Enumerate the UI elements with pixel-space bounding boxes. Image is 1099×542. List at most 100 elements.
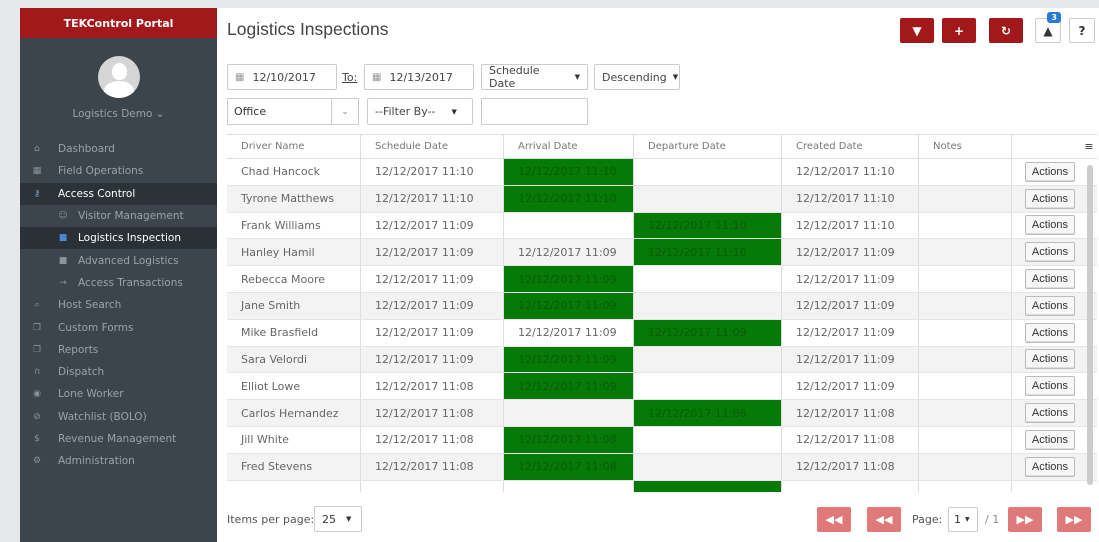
cogs-icon: ⚙: [32, 456, 42, 467]
filter-button[interactable]: ▼: [900, 18, 934, 43]
actions-button[interactable]: Actions: [1024, 403, 1075, 424]
column-menu-button[interactable]: ≡: [1081, 135, 1097, 158]
help-button[interactable]: ?: [1069, 18, 1095, 43]
actions-button[interactable]: Actions: [1024, 349, 1075, 370]
table-row[interactable]: Frank Williams 12/12/2017 11:09 12/12/2017…: [227, 212, 1097, 240]
next-page-button[interactable]: ▶▶: [1008, 507, 1042, 532]
sidebar-item-access-transactions[interactable]: → Access Transactions: [20, 272, 217, 294]
created-date-cell: 12/12/2017 11:10: [782, 159, 919, 185]
sort-field-select[interactable]: Schedule Date ▼: [481, 64, 588, 90]
actions-button[interactable]: Actions: [1024, 161, 1075, 182]
dollar-icon: $: [34, 434, 40, 444]
sidebar-item-field-operations[interactable]: ▦ Field Operations: [20, 160, 217, 182]
refresh-button[interactable]: ↻: [989, 18, 1023, 43]
add-button[interactable]: +: [942, 18, 976, 43]
sidebar-item-dashboard[interactable]: ⌂ Dashboard: [20, 138, 217, 160]
column-header-departure-date[interactable]: Departure Date: [634, 135, 782, 158]
actions-cell: Actions: [1012, 400, 1081, 426]
sidebar-item-watchlist[interactable]: ⊘ Watchlist (BOLO): [20, 406, 217, 428]
filter-value-input[interactable]: [481, 98, 588, 125]
table-row[interactable]: Chad Hancock 12/12/2017 11:10 12/12/2017 1…: [227, 159, 1097, 186]
ban-icon: ⊘: [33, 411, 41, 422]
actions-button[interactable]: Actions: [1024, 322, 1075, 343]
table-row[interactable]: [227, 480, 1097, 492]
actions-button[interactable]: Actions: [1024, 269, 1075, 290]
sidebar-item-administration[interactable]: ⚙ Administration: [20, 450, 217, 472]
avatar[interactable]: [97, 56, 140, 98]
arrival-date-cell: 12/12/2017 11:10: [504, 159, 634, 185]
table-body: Chad Hancock 12/12/2017 11:10 12/12/2017 1…: [227, 159, 1097, 492]
sidebar-item-custom-forms[interactable]: ❐ Custom Forms: [20, 316, 217, 338]
actions-button[interactable]: Actions: [1024, 242, 1075, 263]
sidebar-item-dispatch[interactable]: ∩ Dispatch: [20, 361, 217, 383]
schedule-date-cell: [361, 480, 504, 492]
page-select[interactable]: 1 ▼: [948, 507, 978, 532]
schedule-date-cell: 12/12/2017 11:09: [361, 346, 504, 373]
table-row[interactable]: Fred Stevens 12/12/2017 11:08 12/12/2017 1…: [227, 453, 1097, 481]
actions-button[interactable]: Actions: [1024, 215, 1075, 236]
actions-button[interactable]: Actions: [1024, 456, 1075, 477]
sidebar-item-advanced-logistics[interactable]: ■ Advanced Logistics: [20, 249, 217, 271]
items-per-page-select[interactable]: 25 ▼: [314, 506, 362, 532]
table-row[interactable]: Elliot Lowe 12/12/2017 11:08 12/12/2017 11…: [227, 373, 1097, 401]
created-date-cell: 12/12/2017 11:10: [782, 185, 919, 212]
table-row[interactable]: Jill White 12/12/2017 11:08 12/12/2017 11:…: [227, 426, 1097, 454]
page-label: Page:: [912, 513, 943, 526]
departure-date-cell: [634, 292, 782, 319]
schedule-date-cell: 12/12/2017 11:08: [361, 426, 504, 453]
sidebar-item-revenue-management[interactable]: $ Revenue Management: [20, 428, 217, 450]
previous-page-button[interactable]: ◀◀: [867, 507, 901, 532]
sidebar-item-logistics-inspection[interactable]: ■ Logistics Inspection: [20, 227, 217, 250]
column-header-arrival-date[interactable]: Arrival Date: [504, 135, 634, 158]
eye-icon: ◉: [33, 389, 41, 400]
sidebar-item-lone-worker[interactable]: ◉ Lone Worker: [20, 383, 217, 405]
sort-order-value: Descending: [602, 70, 667, 84]
column-header-driver-name[interactable]: Driver Name: [227, 135, 361, 158]
schedule-date-cell: 12/12/2017 11:10: [361, 185, 504, 212]
sidebar-item-reports[interactable]: ❐ Reports: [20, 339, 217, 361]
table-row[interactable]: Hanley Hamil 12/12/2017 11:09 12/12/2017 1…: [227, 239, 1097, 267]
table-scrollbar[interactable]: [1087, 165, 1093, 485]
arrival-date-cell: 12/12/2017 11:09: [504, 373, 634, 400]
caret-down-icon: ▼: [451, 107, 457, 116]
column-header-created-date[interactable]: Created Date: [782, 135, 919, 158]
items-per-page-label: Items per page:: [227, 513, 315, 526]
to-date-input[interactable]: ▦ 12/13/2017: [364, 64, 474, 90]
actions-cell: Actions: [1012, 347, 1081, 373]
notifications-button[interactable]: ▲ 3: [1035, 12, 1061, 43]
last-page-button[interactable]: ▶▶: [1057, 507, 1091, 532]
filter-by-select[interactable]: --Filter By-- ▼: [367, 98, 473, 125]
first-page-button[interactable]: ◀◀: [817, 507, 851, 532]
sidebar-item-visitor-management[interactable]: ☺ Visitor Management: [20, 205, 217, 227]
created-date-cell: 12/12/2017 11:09: [782, 346, 919, 373]
caret-down-icon: ▼: [965, 516, 970, 523]
user-menu[interactable]: Logistics Demo ⌄: [20, 108, 217, 124]
table-row[interactable]: Tyrone Matthews 12/12/2017 11:10 12/12/201…: [227, 185, 1097, 213]
items-per-page-value: 25: [322, 512, 336, 526]
copy-icon: ❐: [32, 322, 42, 333]
previous-page-icon: ◀◀: [875, 513, 893, 526]
table-row[interactable]: Jane Smith 12/12/2017 11:09 12/12/2017 11:…: [227, 292, 1097, 320]
office-select[interactable]: Office ⌄: [227, 98, 359, 125]
schedule-date-cell: 12/12/2017 11:09: [361, 239, 504, 266]
actions-button[interactable]: Actions: [1024, 429, 1075, 450]
actions-button[interactable]: Actions: [1024, 295, 1075, 316]
table-row[interactable]: Rebecca Moore 12/12/2017 11:09 12/12/2017 …: [227, 266, 1097, 293]
sidebar-item-access-control[interactable]: ⚷ Access Control: [20, 182, 217, 205]
table-row[interactable]: Sara Velordi 12/12/2017 11:09 12/12/2017 1…: [227, 346, 1097, 374]
window-frame-top: [0, 0, 1099, 8]
table-row[interactable]: Carlos Hernandez 12/12/2017 11:08 12/12/20…: [227, 400, 1097, 427]
table-row[interactable]: Mike Brasfield 12/12/2017 11:09 12/12/2017…: [227, 319, 1097, 347]
notes-cell: [919, 400, 1012, 426]
created-date-cell: 12/12/2017 11:10: [782, 212, 919, 239]
column-header-schedule-date[interactable]: Schedule Date: [361, 135, 504, 158]
portal-title[interactable]: TEKControl Portal: [20, 8, 217, 38]
truck-icon: ■: [58, 255, 68, 266]
column-header-notes[interactable]: Notes: [919, 135, 1012, 158]
actions-button[interactable]: Actions: [1024, 188, 1075, 209]
actions-button[interactable]: Actions: [1024, 376, 1075, 397]
actions-cell: Actions: [1012, 320, 1081, 346]
sort-order-select[interactable]: Descending ▼: [594, 64, 680, 90]
sidebar-item-host-search[interactable]: ⌕ Host Search: [20, 294, 217, 316]
from-date-input[interactable]: ▦ 12/10/2017: [227, 64, 337, 90]
